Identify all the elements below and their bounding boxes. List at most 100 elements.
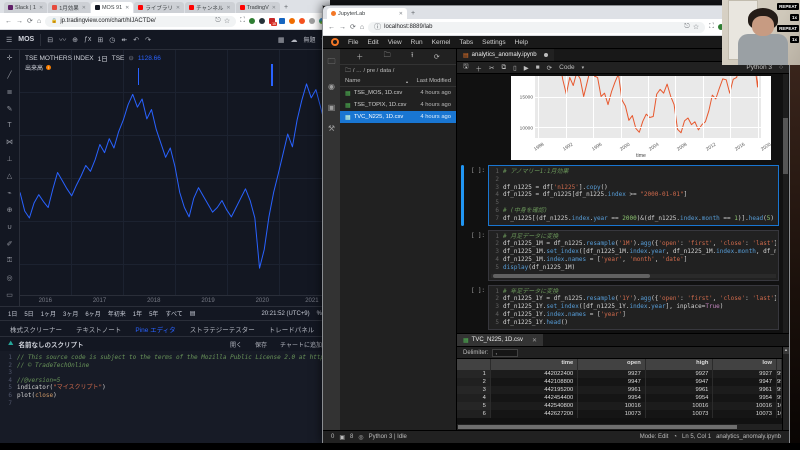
share-icon[interactable]: ⎋: [684, 23, 690, 31]
menu-settings[interactable]: Settings: [482, 39, 506, 46]
extension-icon-green[interactable]: [249, 18, 255, 24]
scroll-up-arrow[interactable]: ▲: [783, 347, 789, 354]
browser-tab-slack[interactable]: Slack | 1 ✕: [4, 2, 48, 13]
home-icon[interactable]: ⌂: [37, 18, 41, 25]
lock-tool-icon[interactable]: ⚿: [7, 257, 12, 265]
file-row-tse-mos[interactable]: ▦ TSE_MOS, 1D.csv 4 hours ago: [340, 87, 456, 99]
sort-caret-icon[interactable]: ▴: [406, 79, 408, 84]
cloud-save-icon[interactable]: ☁: [290, 36, 297, 44]
range-5y[interactable]: 5年: [149, 309, 158, 318]
vertical-scrollbar[interactable]: [783, 74, 788, 333]
range-ytd[interactable]: 年初来: [108, 309, 126, 318]
new-launcher-icon[interactable]: ＋: [356, 52, 363, 62]
extension-icon-red[interactable]: 16: [269, 18, 277, 26]
close-icon[interactable]: ✕: [82, 5, 86, 11]
new-tab-button[interactable]: +: [284, 3, 288, 13]
files-icon[interactable]: 🗀: [328, 56, 336, 70]
upload-icon[interactable]: ⭱: [411, 51, 413, 62]
extension-icon-orange[interactable]: [289, 18, 295, 24]
menu-view[interactable]: View: [388, 39, 402, 46]
symbol-search-button[interactable]: MOS: [18, 36, 34, 43]
file-row-tvc-n225[interactable]: ▦ TVC_N225, 1D.csv 4 hours ago: [340, 111, 456, 123]
notebook-tab[interactable]: ▤ analytics_anomaly.ipynb: [457, 49, 554, 61]
close-icon[interactable]: ✕: [39, 5, 43, 11]
crosshair-icon[interactable]: ✛: [7, 54, 13, 62]
reload-icon[interactable]: ⟳: [27, 17, 33, 25]
celltype-dropdown[interactable]: Code: [559, 64, 575, 71]
brush-icon[interactable]: ✎: [7, 105, 13, 113]
home-icon[interactable]: ⌂: [360, 24, 364, 31]
script-title[interactable]: 名前なしのスクリプト: [18, 339, 83, 349]
tab-pine-editor[interactable]: Pine エディタ: [135, 324, 175, 334]
cell-editor[interactable]: # 月足データに変換 df_n1225_1M = df_n1225.resampl…: [488, 229, 779, 281]
csv-table[interactable]: time open high low 1 442022400 9927 9927 992…: [457, 359, 782, 424]
menu-edit[interactable]: Edit: [367, 39, 378, 46]
range-3m[interactable]: 3ヶ月: [63, 309, 78, 318]
notification-icon[interactable]: ◔: [673, 434, 677, 440]
terminal-count[interactable]: 0: [331, 434, 334, 440]
run-icon[interactable]: ▶: [524, 64, 529, 72]
layout-name[interactable]: 無題: [303, 35, 315, 44]
range-1y[interactable]: 1年: [133, 309, 142, 318]
header-cell-low[interactable]: low: [713, 359, 778, 370]
interval-icon[interactable]: ⊟: [47, 36, 53, 44]
text-tool-icon[interactable]: T: [7, 122, 11, 129]
new-folder-icon[interactable]: 🗀: [384, 51, 391, 62]
price-chart[interactable]: TSE MOTHERS INDEX 1日 TSE ⊖ 1128.66 出来高 !…: [20, 50, 330, 306]
indicators-icon[interactable]: ƒx: [84, 36, 91, 43]
draw-pencil-icon[interactable]: ✐: [7, 240, 13, 248]
close-icon[interactable]: ✕: [399, 11, 403, 17]
menu-kernel[interactable]: Kernel: [432, 39, 451, 46]
add-to-chart-button[interactable]: チャートに追加: [280, 340, 322, 349]
cell-editor[interactable]: # 年足データに変換 df_n1225_1Y = df_n1225.resampl…: [488, 284, 779, 330]
alert-icon[interactable]: ◷: [109, 36, 115, 44]
ruler-icon[interactable]: ⌁: [7, 189, 11, 197]
chart-legend[interactable]: TSE MOTHERS INDEX 1日 TSE ⊖ 1128.66: [25, 53, 161, 64]
header-cell-high[interactable]: high: [646, 359, 714, 370]
close-icon[interactable]: ✕: [272, 5, 276, 11]
kernel-status-icon[interactable]: ○: [779, 64, 783, 71]
tab-trade-panel[interactable]: トレードパネル: [269, 324, 315, 334]
tab-stock-screener[interactable]: 株式スクリーナー: [10, 324, 62, 334]
file-row-tse-topix[interactable]: ▦ TSE_TOPIX, 1D.csv 4 hours ago: [340, 99, 456, 111]
csv-row[interactable]: 644262720010073100731007310073: [457, 410, 782, 418]
header-cell[interactable]: [457, 359, 491, 370]
bell-icon[interactable]: △: [7, 172, 12, 180]
close-icon[interactable]: ✕: [226, 5, 230, 11]
address-field[interactable]: ⓘ localhost:8889/lab ⎋ ☆: [368, 21, 706, 33]
share-icon[interactable]: ⎋: [215, 17, 221, 25]
delimiter-input[interactable]: [492, 348, 519, 357]
code-cell-1[interactable]: [ ]: # アノマリー1:1月効果 df_n1225 = df['n1225'…: [461, 165, 779, 226]
horizontal-scrollbar[interactable]: [457, 424, 782, 430]
csv-tab[interactable]: ▦ TVC_N225, 1D.csv ✕: [457, 334, 544, 346]
wrench-icon[interactable]: ⚒: [328, 124, 335, 133]
browser-tab-youtube-channel[interactable]: チャンネル ✕: [185, 2, 235, 13]
horizontal-scrollbar[interactable]: [491, 273, 776, 278]
fullscreen-ext-icon[interactable]: ⛶: [709, 23, 714, 31]
code-cell-2[interactable]: [ ]: # 月足データに変換 df_n1225_1M = df_n1225.re…: [461, 229, 779, 281]
chevron-down-icon[interactable]: ▾: [582, 65, 585, 71]
vertical-scrollbar[interactable]: ▲: [782, 347, 789, 430]
browser-tab-note[interactable]: 1月効果 ✕: [48, 2, 90, 13]
extension-icon-cloud[interactable]: [299, 18, 305, 24]
close-icon[interactable]: ✕: [532, 337, 537, 344]
position-icon[interactable]: ⊥: [6, 155, 12, 163]
forward-icon[interactable]: →: [339, 24, 346, 31]
forward-icon[interactable]: →: [16, 18, 23, 25]
range-all[interactable]: すべて: [165, 309, 182, 318]
hamburger-menu-icon[interactable]: ☰: [6, 36, 12, 44]
layout-icon[interactable]: ▦: [278, 36, 285, 44]
fib-icon[interactable]: ≣: [7, 88, 13, 96]
add-cell-icon[interactable]: ＋: [476, 63, 483, 73]
close-icon[interactable]: ✕: [176, 5, 180, 11]
menu-help[interactable]: Help: [515, 39, 528, 46]
info-icon[interactable]: ⓘ: [374, 22, 381, 32]
magnet-icon[interactable]: ∪: [7, 223, 12, 231]
browser-tab-tradingview[interactable]: MOS 91 ✕: [90, 2, 134, 13]
range-1m[interactable]: 1ヶ月: [41, 309, 56, 318]
pattern-icon[interactable]: ⋈: [6, 138, 13, 146]
mode-indicator[interactable]: Mode: Edit: [640, 434, 669, 440]
save-button[interactable]: 保存: [255, 340, 267, 349]
close-icon[interactable]: ✕: [125, 5, 129, 11]
extension-icon-dark[interactable]: [259, 18, 265, 24]
